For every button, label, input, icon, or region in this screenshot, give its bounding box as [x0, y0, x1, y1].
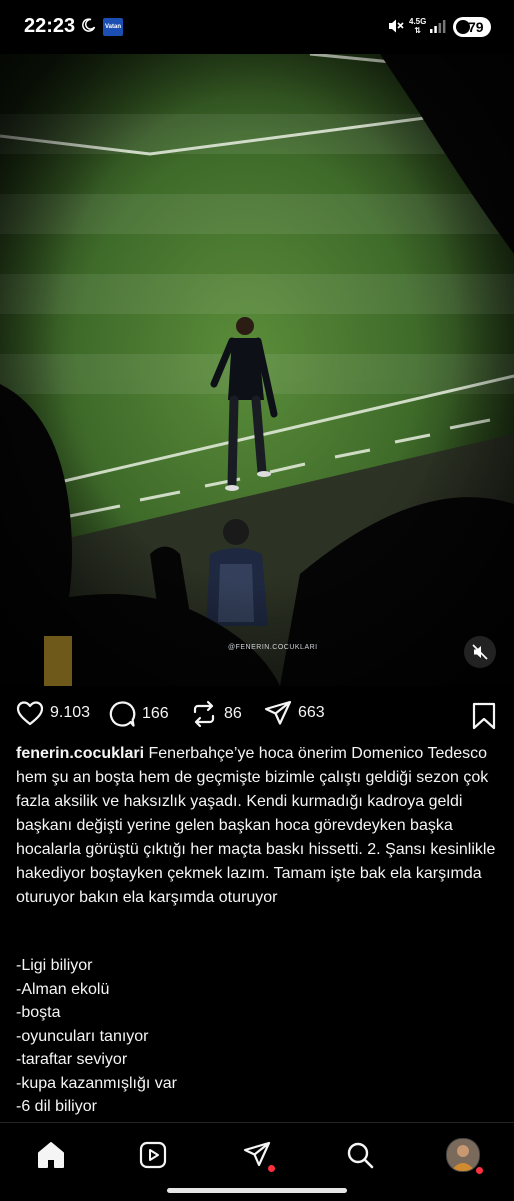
repost-count: 86	[224, 705, 242, 722]
comment-count: 166	[142, 705, 169, 722]
profile-notification-dot	[476, 1167, 483, 1174]
mute-toggle-button[interactable]	[464, 636, 496, 668]
status-bar: 22:23 Vatan 4.5G ⇅ 79	[0, 0, 514, 54]
reels-icon	[139, 1141, 167, 1169]
comment-icon	[109, 701, 136, 727]
post-caption: fenerin.cocuklari Fenerbahçe’ye hoca öne…	[16, 742, 502, 910]
heart-icon	[16, 701, 44, 726]
share-count: 663	[298, 704, 325, 721]
post-photo[interactable]	[0, 54, 514, 686]
like-action[interactable]: 9.103	[16, 700, 90, 726]
nav-profile[interactable]	[443, 1135, 483, 1175]
photo-watermark: @FENERIN.COCUKLARI	[228, 644, 318, 651]
comment-action[interactable]: 166	[108, 700, 169, 728]
network-indicator: 4.5G ⇅	[409, 17, 426, 35]
messages-notification-dot	[268, 1165, 275, 1172]
repost-action[interactable]: 86	[190, 700, 242, 728]
list-item: -boşta	[16, 1004, 61, 1021]
caption-text: Fenerbahçe’ye hoca önerim Domenico Tedes…	[16, 745, 500, 906]
post-photo-scene	[0, 54, 514, 686]
like-count: 9.103	[50, 704, 91, 721]
list-item: -Alman ekolü	[16, 980, 110, 998]
repost-icon	[193, 700, 215, 728]
data-arrows-icon: ⇅	[414, 26, 422, 35]
caption-username[interactable]: fenerin.cocuklari	[16, 745, 144, 762]
speaker-muted-icon	[472, 644, 488, 660]
mute-icon	[387, 18, 405, 39]
moon-icon	[82, 18, 96, 37]
battery-level: 79	[468, 19, 484, 35]
bookmark-icon	[472, 702, 496, 730]
search-icon	[347, 1142, 374, 1169]
nav-home[interactable]	[31, 1135, 71, 1175]
battery-icon: 79	[453, 17, 491, 37]
list-item: -6 dil biliyor	[16, 1098, 97, 1115]
post-actions: 9.103 166 86 663	[0, 694, 514, 738]
list-item: -kupa kazanmışlığı var	[16, 1074, 177, 1092]
signal-icon	[430, 19, 446, 38]
messages-icon	[243, 1141, 271, 1167]
vatan-app-icon: Vatan	[103, 18, 123, 36]
network-type: 4.5G	[409, 17, 427, 26]
home-indicator	[167, 1188, 347, 1193]
list-item: -taraftar seviyor	[16, 1051, 128, 1068]
caption-list: -Ligi biliyor -Alman ekolü -boşta -oyunc…	[16, 954, 177, 1119]
nav-reels[interactable]	[133, 1135, 173, 1175]
nav-messages[interactable]	[237, 1135, 277, 1175]
share-icon	[264, 700, 292, 725]
status-time: 22:23	[24, 15, 76, 37]
save-button[interactable]	[471, 702, 497, 735]
list-item: -Ligi biliyor	[16, 957, 93, 974]
share-action[interactable]: 663	[264, 700, 325, 726]
nav-search[interactable]	[340, 1135, 380, 1175]
home-icon	[38, 1142, 64, 1168]
list-item: -oyuncuları tanıyor	[16, 1027, 149, 1045]
profile-avatar	[446, 1138, 480, 1172]
